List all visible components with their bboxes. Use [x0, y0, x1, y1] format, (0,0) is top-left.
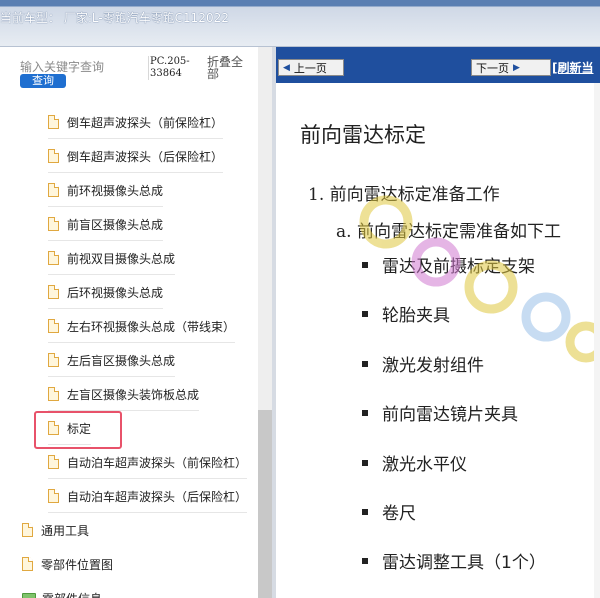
tree-item[interactable]: 零部件位置图: [22, 547, 113, 581]
tree-item-label: 后环视摄像头总成: [67, 285, 164, 300]
search-area: 查询 PC.205-33864 折叠全部: [0, 47, 275, 91]
tree-item-selected[interactable]: 标定: [33, 411, 123, 449]
document-icon: [48, 285, 59, 299]
tree-item-label: 左右环视摄像头总成（带线束）: [67, 319, 236, 334]
left-panel: 查询 PC.205-33864 折叠全部 倒车超声波探头（前保险杠） 倒车超声波…: [0, 47, 275, 598]
tree-item[interactable]: 左右环视摄像头总成（带线束）: [48, 309, 236, 343]
tree-item[interactable]: 倒车超声波探头（后保险杠）: [48, 139, 224, 173]
bullet-icon: [362, 459, 368, 466]
tree-item[interactable]: 前盲区摄像头总成: [48, 207, 164, 241]
list-item: 雷达调整工具（1个）: [362, 548, 546, 573]
tree-item-label: 通用工具: [41, 523, 90, 538]
document-icon: [48, 149, 59, 163]
list-item: 卷尺: [362, 499, 416, 524]
arrow-left-icon: ◀: [283, 62, 290, 73]
document-icon: [22, 523, 33, 537]
tree-item-label: 零部件信息: [42, 590, 102, 598]
tree-item[interactable]: 左盲区摄像头装饰板总成: [48, 377, 200, 411]
document-icon: [48, 353, 59, 367]
bullet-icon: [362, 360, 368, 367]
arrow-right-icon: ▶: [513, 62, 520, 73]
collapse-all-button[interactable]: 折叠全部: [207, 56, 247, 80]
tree-item[interactable]: 零部件信息: [22, 581, 102, 598]
refresh-link[interactable]: [刷新当: [552, 59, 594, 76]
pc-code-label: PC.205-33864: [148, 56, 200, 80]
query-button[interactable]: 查询: [20, 74, 66, 88]
tree-item[interactable]: 自动泊车超声波探头（前保险杠）: [48, 445, 248, 479]
document-icon: [22, 557, 33, 571]
left-scrollbar-thumb[interactable]: [258, 410, 272, 598]
prev-page-button[interactable]: ◀ 上一页: [278, 59, 344, 76]
list-item: 前向雷达镜片夹具: [362, 400, 518, 425]
document-icon: [48, 489, 59, 503]
tree-item-label: 自动泊车超声波探头（后保险杠）: [67, 489, 248, 504]
tree-item[interactable]: 左后盲区摄像头总成: [48, 343, 176, 377]
list-item: 轮胎夹具: [362, 301, 450, 326]
document-icon: [48, 217, 59, 231]
bullet-icon: [362, 310, 368, 317]
bullet-icon: [362, 557, 368, 564]
bullet-icon: [362, 508, 368, 515]
page-title: 前向雷达标定: [300, 123, 426, 147]
list-item: 激光发射组件: [362, 351, 484, 376]
tree-item-label: 左盲区摄像头装饰板总成: [67, 387, 200, 402]
tree-item-label: 前视双目摄像头总成: [67, 251, 176, 266]
tree-item[interactable]: 自动泊车超声波探头（后保险杠）: [48, 479, 248, 513]
document-icon: [48, 183, 59, 197]
next-page-label: 下一页: [476, 61, 509, 75]
folder-icon: [22, 593, 36, 598]
step-heading: 1. 前向雷达标定准备工作: [308, 185, 500, 205]
tree-item-label: 倒车超声波探头（后保险杠）: [67, 149, 224, 164]
tree-item-label: 自动泊车超声波探头（前保险杠）: [67, 455, 248, 470]
next-page-button[interactable]: 下一页 ▶: [471, 59, 551, 76]
document-icon: [48, 455, 59, 469]
right-panel: ◀ 上一页 下一页 ▶ [刷新当 前向雷达标定 1. 前向雷达标定准备工作 a.…: [276, 47, 600, 598]
tree-item-label: 左后盲区摄像头总成: [67, 353, 176, 368]
right-scrollbar[interactable]: [594, 83, 600, 598]
tree-item[interactable]: 前环视摄像头总成: [48, 173, 164, 207]
bullet-icon: [362, 409, 368, 416]
document-icon: [48, 421, 59, 435]
prev-page-label: 上一页: [293, 61, 327, 75]
header-bar: 当前车型： 厂家:L-零跑汽车零跑C112022: [0, 0, 600, 47]
tree-item-label: 零部件位置图: [41, 557, 114, 572]
document-icon: [48, 251, 59, 265]
document-icon: [48, 319, 59, 333]
current-vehicle-title: 当前车型： 厂家:L-零跑汽车零跑C112022: [0, 11, 229, 25]
left-scrollbar[interactable]: [258, 47, 272, 598]
document-icon: [48, 387, 59, 401]
page-nav-bar: ◀ 上一页 下一页 ▶ [刷新当: [276, 47, 600, 83]
bullet-icon: [362, 261, 368, 268]
tree-item-label: 标定: [67, 421, 92, 436]
document-icon: [48, 115, 59, 129]
tree-item-label: 前环视摄像头总成: [67, 183, 164, 198]
tree-item[interactable]: 后环视摄像头总成: [48, 275, 164, 309]
list-item: 激光水平仪: [362, 450, 467, 475]
tree-item[interactable]: 通用工具: [22, 513, 89, 547]
tree-item-label: 前盲区摄像头总成: [67, 217, 164, 232]
list-item: 雷达及前摄标定支架: [362, 252, 535, 277]
tree-item[interactable]: 前视双目摄像头总成: [48, 241, 176, 275]
tree-item-label: 倒车超声波探头（前保险杠）: [67, 115, 224, 130]
tree-item[interactable]: 倒车超声波探头（前保险杠）: [48, 105, 224, 139]
substep-heading: a. 前向雷达标定需准备如下工: [336, 222, 561, 242]
